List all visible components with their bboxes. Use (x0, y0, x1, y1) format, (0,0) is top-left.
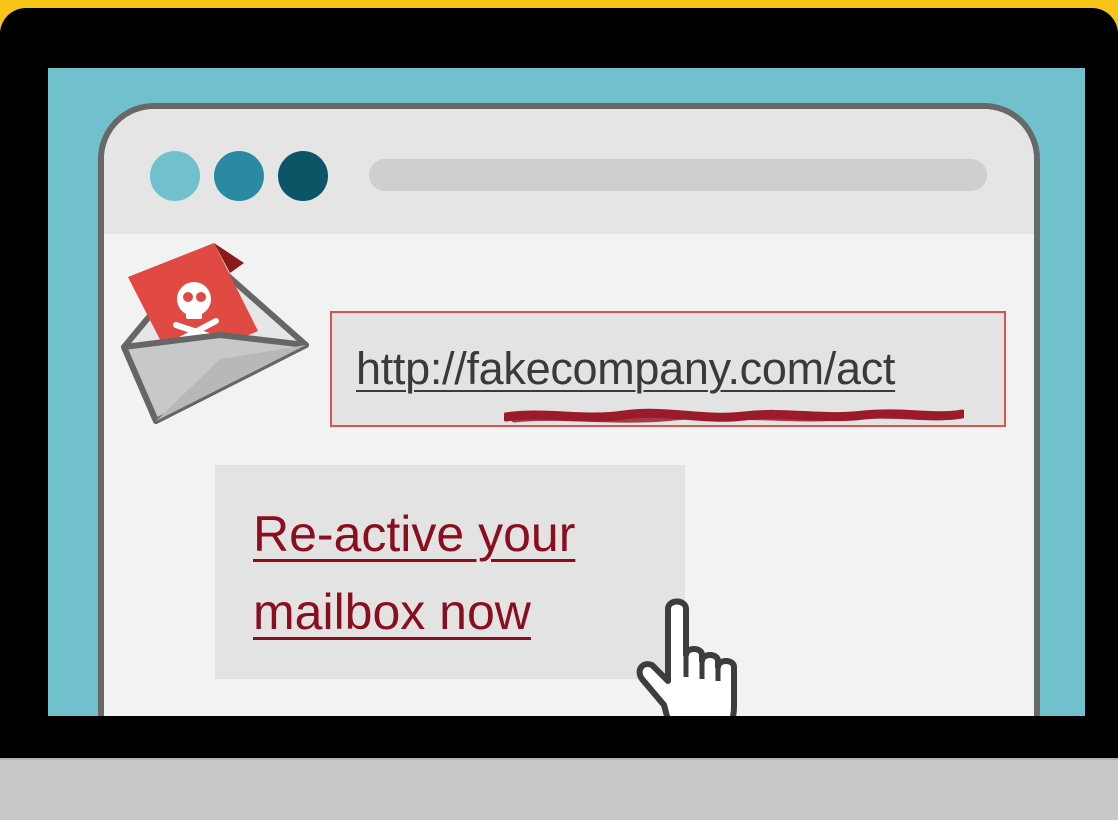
reactivate-mailbox-link[interactable]: Re-active your mailbox now (253, 495, 673, 651)
cta-line-2: mailbox now (253, 584, 531, 640)
browser-window: http://fakecompany.com/act Re-active you… (98, 103, 1040, 716)
cta-line-1: Re-active your (253, 506, 576, 562)
cta-box: Re-active your mailbox now (215, 465, 685, 679)
laptop-base (0, 758, 1118, 820)
hand-pointer-icon (636, 598, 737, 716)
laptop-lid: http://fakecompany.com/act Re-active you… (0, 8, 1118, 768)
window-dot-2[interactable] (214, 151, 264, 201)
red-scribble-underline (504, 408, 964, 423)
suspicious-url-box: http://fakecompany.com/act (330, 311, 1006, 427)
laptop-screen: http://fakecompany.com/act Re-active you… (48, 68, 1085, 716)
browser-header (104, 109, 1034, 234)
window-dot-3[interactable] (278, 151, 328, 201)
phishing-envelope-icon (121, 243, 309, 424)
window-dot-1[interactable] (150, 151, 200, 201)
address-bar[interactable] (369, 159, 987, 191)
suspicious-url-link[interactable]: http://fakecompany.com/act (356, 343, 895, 395)
